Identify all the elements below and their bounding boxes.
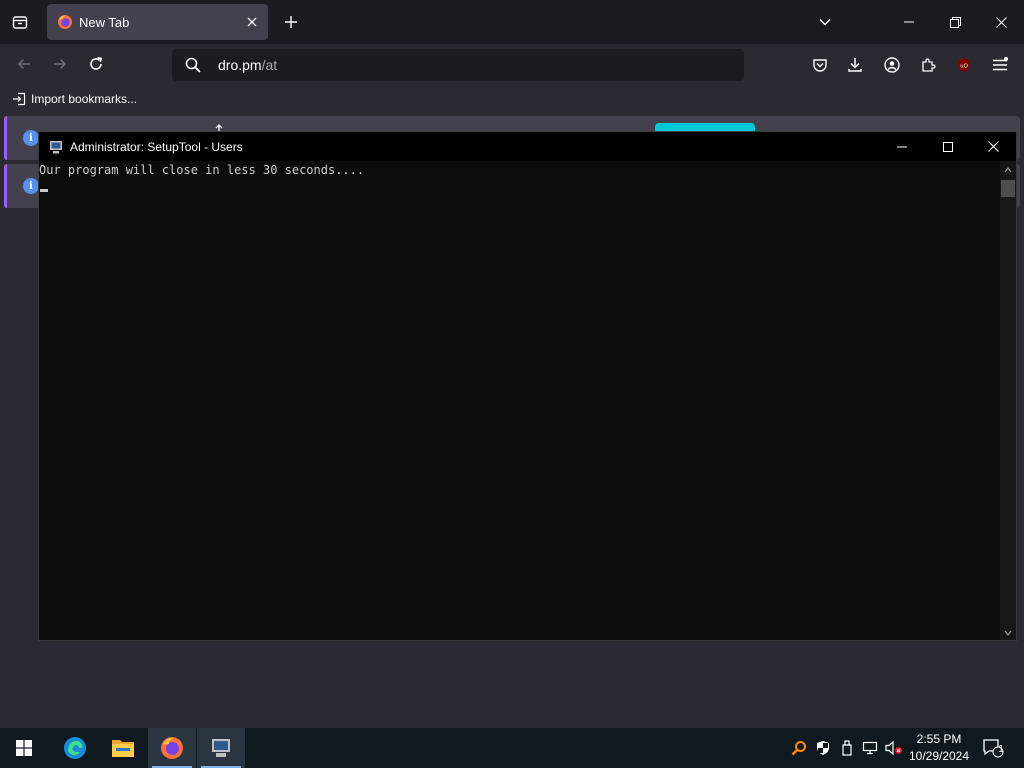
console-close-icon[interactable] xyxy=(970,132,1016,161)
taskbar-setuptool-icon[interactable] xyxy=(197,728,245,768)
tray-security-shield-icon[interactable] xyxy=(814,738,832,758)
tab-close-icon[interactable] xyxy=(240,10,264,34)
downloads-icon[interactable] xyxy=(842,52,868,78)
url-path: /at xyxy=(261,57,278,73)
window-restore-icon[interactable] xyxy=(932,0,978,44)
firefox-logo-icon xyxy=(58,15,72,29)
tray-search-icon[interactable] xyxy=(790,738,808,758)
tray-volume-muted-icon[interactable] xyxy=(885,738,903,758)
console-window[interactable]: Administrator: SetupTool - Users Our pro… xyxy=(38,131,1017,641)
url-host: dro.pm xyxy=(218,57,262,73)
app-menu-hamburger-icon[interactable] xyxy=(987,52,1013,78)
taskbar-firefox-icon[interactable] xyxy=(148,728,196,768)
info-icon: i xyxy=(23,178,39,194)
extensions-puzzle-icon[interactable] xyxy=(915,52,941,78)
action-center-icon[interactable]: 1 xyxy=(980,736,1006,760)
console-scrollbar[interactable] xyxy=(1000,161,1016,640)
window-minimize-icon[interactable] xyxy=(886,0,932,44)
tab-title: New Tab xyxy=(79,14,130,30)
start-windows-icon[interactable] xyxy=(0,728,48,768)
import-bookmarks-button[interactable]: Import bookmarks... xyxy=(12,90,137,108)
clock-time: 2:55 PM xyxy=(916,732,962,746)
window-close-icon[interactable] xyxy=(978,0,1024,44)
search-icon xyxy=(185,57,201,73)
bookmarks-toolbar xyxy=(0,84,1024,112)
clock-date: 10/29/2024 xyxy=(908,749,970,763)
console-minimize-icon[interactable] xyxy=(879,132,925,161)
import-icon xyxy=(13,92,26,106)
url-bar[interactable]: dro.pm/at xyxy=(172,49,744,81)
new-tab-plus-icon[interactable] xyxy=(278,9,304,35)
tray-network-icon[interactable] xyxy=(861,738,879,758)
info-icon: i xyxy=(23,130,39,146)
import-bookmarks-label: Import bookmarks... xyxy=(31,92,138,106)
setuptool-app-icon xyxy=(50,140,62,153)
console-output-text: Our program will close in less 30 second… xyxy=(39,163,365,177)
tray-usb-device-icon[interactable] xyxy=(838,738,856,758)
scroll-thumb[interactable] xyxy=(1001,180,1015,197)
console-maximize-icon[interactable] xyxy=(925,132,971,161)
forward-arrow-icon[interactable] xyxy=(45,49,75,79)
console-title: Administrator: SetupTool - Users xyxy=(70,139,243,154)
reload-icon[interactable] xyxy=(81,49,111,79)
pocket-icon[interactable] xyxy=(807,52,833,78)
taskbar-file-explorer-icon[interactable] xyxy=(99,728,147,768)
url-text[interactable]: dro.pm/at xyxy=(218,57,277,73)
svg-text:uO: uO xyxy=(960,64,968,70)
back-arrow-icon[interactable] xyxy=(9,49,39,79)
taskbar-clock[interactable]: 2:55 PM 10/29/2024 xyxy=(904,731,974,765)
scroll-up-arrow-icon[interactable] xyxy=(1003,165,1013,175)
notification-count-badge: 1 xyxy=(998,744,1004,755)
ublock-origin-icon[interactable]: uO xyxy=(951,52,977,78)
console-titlebar[interactable]: Administrator: SetupTool - Users xyxy=(39,132,1016,161)
scroll-down-arrow-icon[interactable] xyxy=(1003,628,1013,638)
taskbar-edge-icon[interactable] xyxy=(51,728,99,768)
account-icon[interactable] xyxy=(879,52,905,78)
console-text-cursor xyxy=(40,189,48,192)
console-output-area[interactable]: Our program will close in less 30 second… xyxy=(39,161,1000,640)
firefox-view-icon[interactable] xyxy=(6,8,34,36)
list-all-tabs-chevron-icon[interactable] xyxy=(812,9,838,35)
tab-new-tab[interactable]: New Tab xyxy=(47,4,268,40)
